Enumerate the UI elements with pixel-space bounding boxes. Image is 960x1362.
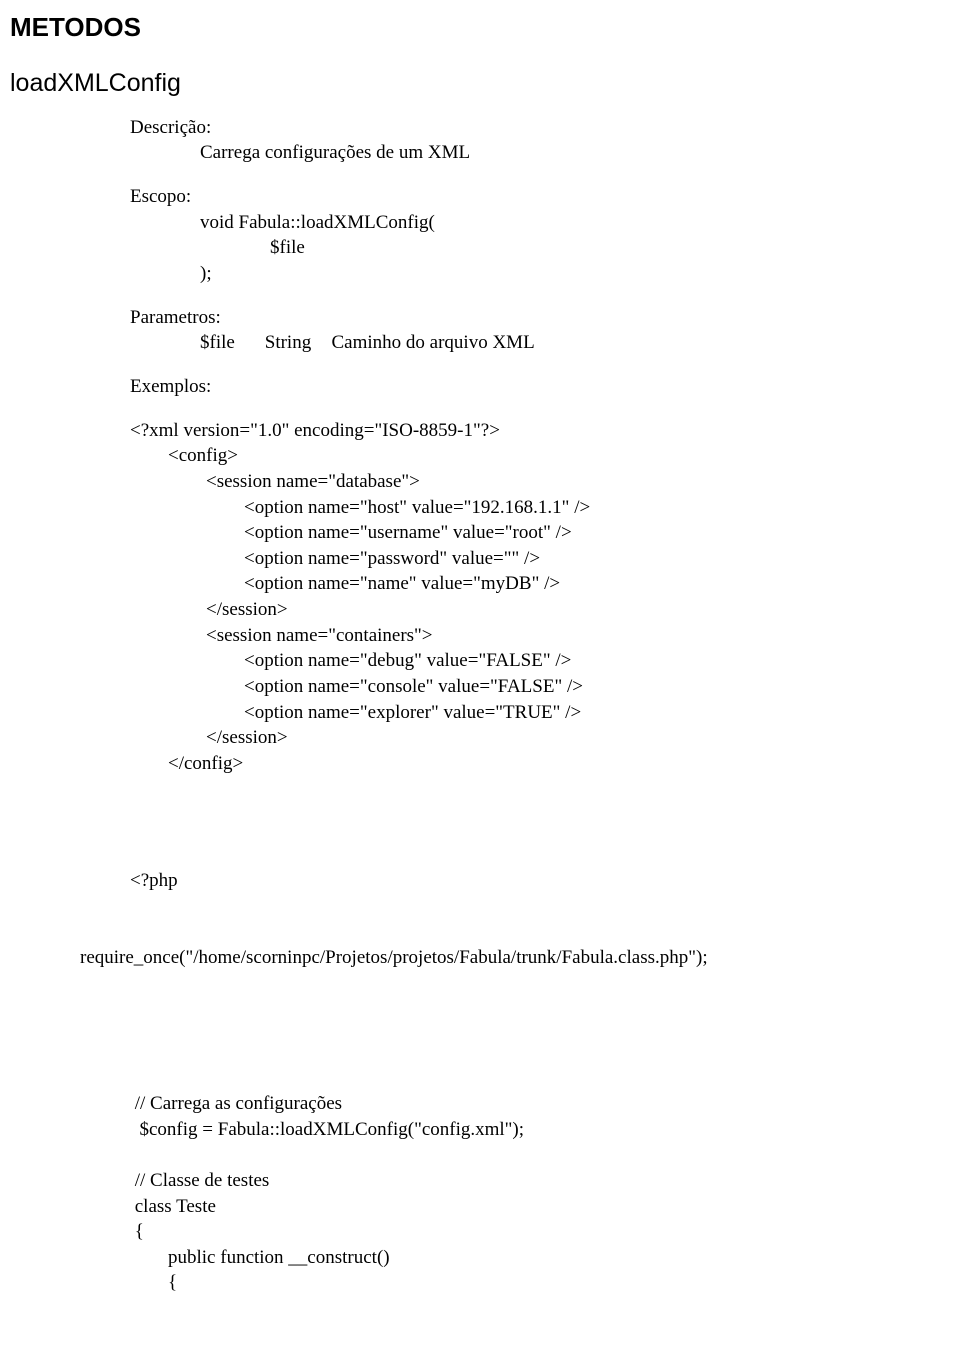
escopo-line3: );	[200, 261, 940, 287]
param-row: $file String Caminho do arquivo XML	[200, 330, 940, 356]
php-require: require_once("/home/scorninpc/Projetos/p…	[80, 945, 940, 971]
descricao-section: Descrição: Carrega configurações de um X…	[130, 115, 940, 166]
descricao-label: Descrição:	[130, 115, 940, 141]
php-example: <?php require_once("/home/scorninpc/Proj…	[130, 817, 940, 1322]
php-open: <?php	[130, 868, 940, 894]
page-title: METODOS	[10, 10, 940, 45]
php-body: // Carrega as configurações $config = Fa…	[130, 1091, 940, 1296]
method-name: loadXMLConfig	[10, 67, 940, 101]
xml-example: <?xml version="1.0" encoding="ISO-8859-1…	[130, 418, 940, 777]
exemplos-section: Exemplos:	[130, 374, 940, 400]
param-desc: Caminho do arquivo XML	[332, 332, 535, 353]
escopo-label: Escopo:	[130, 184, 940, 210]
descricao-text: Carrega configurações de um XML	[200, 140, 940, 166]
exemplos-label: Exemplos:	[130, 374, 940, 400]
escopo-line1: void Fabula::loadXMLConfig(	[200, 210, 940, 236]
param-type: String	[265, 330, 327, 356]
escopo-line2: $file	[270, 235, 940, 261]
param-name: $file	[200, 330, 260, 356]
parametros-label: Parametros:	[130, 305, 940, 331]
parametros-section: Parametros: $file String Caminho do arqu…	[130, 305, 940, 356]
escopo-section: Escopo: void Fabula::loadXMLConfig( $fil…	[130, 184, 940, 287]
